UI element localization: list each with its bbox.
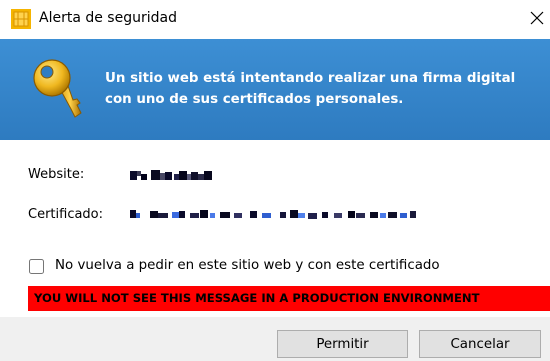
website-value-pixelated (130, 170, 212, 180)
certificate-label: Certificado: (28, 207, 104, 222)
window-title: Alerta de seguridad (39, 10, 177, 26)
key-icon (33, 59, 82, 118)
title-bar: Alerta de seguridad (0, 0, 550, 39)
allow-button[interactable]: Permitir (277, 330, 408, 358)
dialog-footer: Permitir Cancelar (0, 317, 550, 361)
banner-message: Un sitio web está intentando realizar un… (105, 71, 516, 107)
cancel-button[interactable]: Cancelar (419, 330, 541, 358)
certificate-chip-icon (11, 9, 31, 29)
certificate-value-pixelated (130, 210, 416, 219)
website-label: Website: (28, 167, 85, 182)
remember-choice-checkbox[interactable] (29, 259, 44, 274)
test-environment-warning: YOU WILL NOT SEE THIS MESSAGE IN A PRODU… (28, 286, 550, 311)
remember-choice-label: No vuelva a pedir en este sitio web y co… (55, 258, 440, 273)
security-banner: Un sitio web está intentando realizar un… (0, 39, 550, 140)
close-icon (530, 11, 544, 24)
close-button[interactable] (526, 5, 548, 33)
